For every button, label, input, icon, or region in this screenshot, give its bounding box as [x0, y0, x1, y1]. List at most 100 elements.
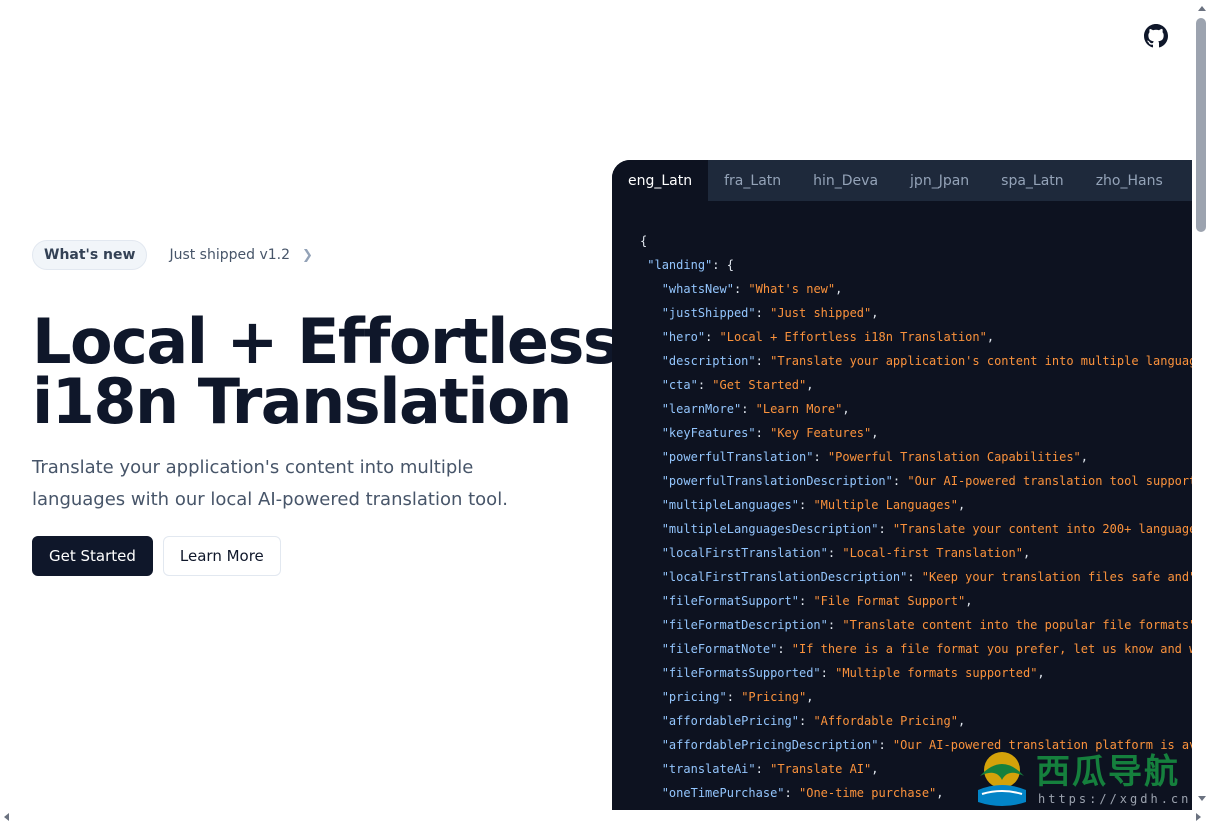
code-value: File Format Support	[820, 594, 958, 608]
vertical-scroll-thumb[interactable]	[1196, 18, 1206, 232]
tab-spa-latn[interactable]: spa_Latn	[985, 160, 1080, 201]
code-quote: "	[907, 474, 915, 488]
code-quote: "	[661, 522, 669, 536]
scroll-down-arrow-icon[interactable]	[1198, 796, 1206, 801]
code-punct: ,	[806, 690, 814, 704]
code-quote: "	[813, 498, 821, 512]
github-icon	[1144, 24, 1168, 48]
code-punct: ,	[871, 426, 879, 440]
code-value: Learn More	[762, 402, 836, 416]
code-line-entry: "powerfulTranslationDescription": "Our A…	[640, 469, 1192, 493]
code-key: affordablePricing	[668, 714, 792, 728]
code-value: What's new	[755, 282, 828, 296]
watermark: 西瓜导航 https://xgdh.cn	[968, 744, 1192, 810]
code-punct: :	[697, 378, 713, 392]
code-line-entry: "fileFormatDescription": "Translate cont…	[640, 613, 1192, 637]
announcement-row: What's new Just shipped v1.2 ❯	[32, 240, 313, 270]
tab-zho-hans[interactable]: zho_Hans	[1080, 160, 1179, 201]
code-punct: ,	[806, 378, 814, 392]
code-key: keyFeatures	[668, 426, 749, 440]
code-quote: "	[791, 714, 799, 728]
hero-actions: Get Started Learn More	[32, 536, 281, 576]
tab-jpn-jpan[interactable]: jpn_Jpan	[894, 160, 985, 201]
code-quote: "	[748, 426, 756, 440]
code-key: whatsNew	[668, 282, 727, 296]
code-key: fileFormatDescription	[668, 618, 821, 632]
code-line-entry: "localFirstTranslation": "Local-first Tr…	[640, 541, 1192, 565]
code-key: learnMore	[668, 402, 734, 416]
code-quote: "	[661, 474, 669, 488]
code-key: multipleLanguages	[668, 498, 792, 512]
code-punct: ,	[986, 330, 995, 344]
code-value: Translate content into the popular file …	[849, 618, 1190, 632]
code-quote: "	[748, 762, 756, 776]
code-line-entry: "multipleLanguages": "Multiple Languages…	[640, 493, 1192, 517]
code-punct: :	[820, 666, 836, 680]
code-punct: :	[726, 690, 742, 704]
code-quote: "	[661, 354, 669, 368]
code-preview-panel: eng_Latn fra_Latn hin_Deva jpn_Jpan spa_Latn…	[612, 160, 1192, 824]
code-key: localFirstTranslation	[668, 546, 821, 560]
code-value: Get Started	[719, 378, 800, 392]
code-quote: "	[1015, 546, 1023, 560]
code-punct: :	[733, 282, 749, 296]
code-value: Just shipped	[777, 306, 865, 320]
code-line-entry: "description": "Translate your applicati…	[640, 349, 1192, 373]
scroll-up-arrow-icon[interactable]	[1198, 6, 1206, 11]
code-punct: :	[741, 402, 756, 416]
just-shipped-link[interactable]: Just shipped v1.2 ❯	[169, 247, 312, 263]
watermark-url: https://xgdh.cn	[1038, 792, 1192, 806]
code-key: localFirstTranslationDescription	[668, 570, 901, 584]
chevron-right-icon: ❯	[302, 247, 313, 263]
code-line-entry: "justShipped": "Just shipped",	[640, 301, 1192, 325]
horizontal-scrollbar[interactable]	[0, 810, 1222, 824]
code-line-root: "landing": {	[640, 253, 1192, 277]
code-line-entry: "hero": "Local + Effortless i18n Transla…	[640, 325, 1192, 349]
code-key: fileFormatsSupported	[668, 666, 814, 680]
code-value: Key Features	[777, 426, 865, 440]
code-quote: "	[885, 474, 893, 488]
code-punct: ,	[1037, 666, 1045, 680]
code-punct: :	[755, 354, 771, 368]
code-value: Multiple formats supported	[842, 666, 1031, 680]
get-started-button[interactable]: Get Started	[32, 536, 153, 576]
code-quote: "	[950, 714, 958, 728]
tab-zh[interactable]: zh	[1179, 160, 1192, 201]
code-punct: ,	[957, 498, 966, 512]
code-quote: "	[661, 714, 669, 728]
code-quote: "	[813, 594, 821, 608]
code-quote: "	[661, 498, 669, 512]
code-value: Keep your translation files safe and	[929, 570, 1190, 584]
code-value: If there is a file format you prefer, le…	[799, 642, 1192, 656]
hero-title-line-1: Local + Effortless	[32, 305, 620, 378]
code-quote: "	[661, 762, 669, 776]
code-quote: "	[791, 498, 799, 512]
vertical-scrollbar[interactable]	[1192, 0, 1222, 810]
code-quote: "	[661, 642, 669, 656]
code-quote: "	[661, 618, 669, 632]
code-value: Translate your application's content int…	[777, 354, 1192, 368]
tab-hin-deva[interactable]: hin_Deva	[797, 160, 894, 201]
watermark-name: 西瓜导航	[1036, 752, 1180, 792]
whats-new-badge[interactable]: What's new	[32, 240, 148, 270]
code-punct: :	[755, 426, 771, 440]
code-quote: "	[719, 690, 727, 704]
github-link[interactable]	[1142, 22, 1170, 50]
code-value: Our AI-powered translation tool support	[914, 474, 1192, 488]
learn-more-button[interactable]: Learn More	[162, 536, 281, 576]
just-shipped-label: Just shipped v1.2	[169, 247, 291, 263]
code-punct: :	[755, 762, 771, 776]
code-key: pricing	[668, 690, 720, 704]
code-punct: :	[784, 786, 799, 800]
code-quote: "	[842, 618, 850, 632]
scroll-right-arrow-icon[interactable]	[1196, 813, 1201, 821]
code-value: Multiple Languages	[820, 498, 951, 512]
tab-fra-latn[interactable]: fra_Latn	[708, 160, 797, 201]
scroll-left-arrow-icon[interactable]	[4, 813, 9, 821]
tab-eng-latn[interactable]: eng_Latn	[612, 160, 709, 201]
code-quote: "	[755, 402, 763, 416]
code-quote: "	[661, 786, 669, 800]
code-quote: "	[921, 570, 930, 584]
code-quote: "	[820, 546, 828, 560]
code-brace-open: {	[640, 234, 648, 248]
